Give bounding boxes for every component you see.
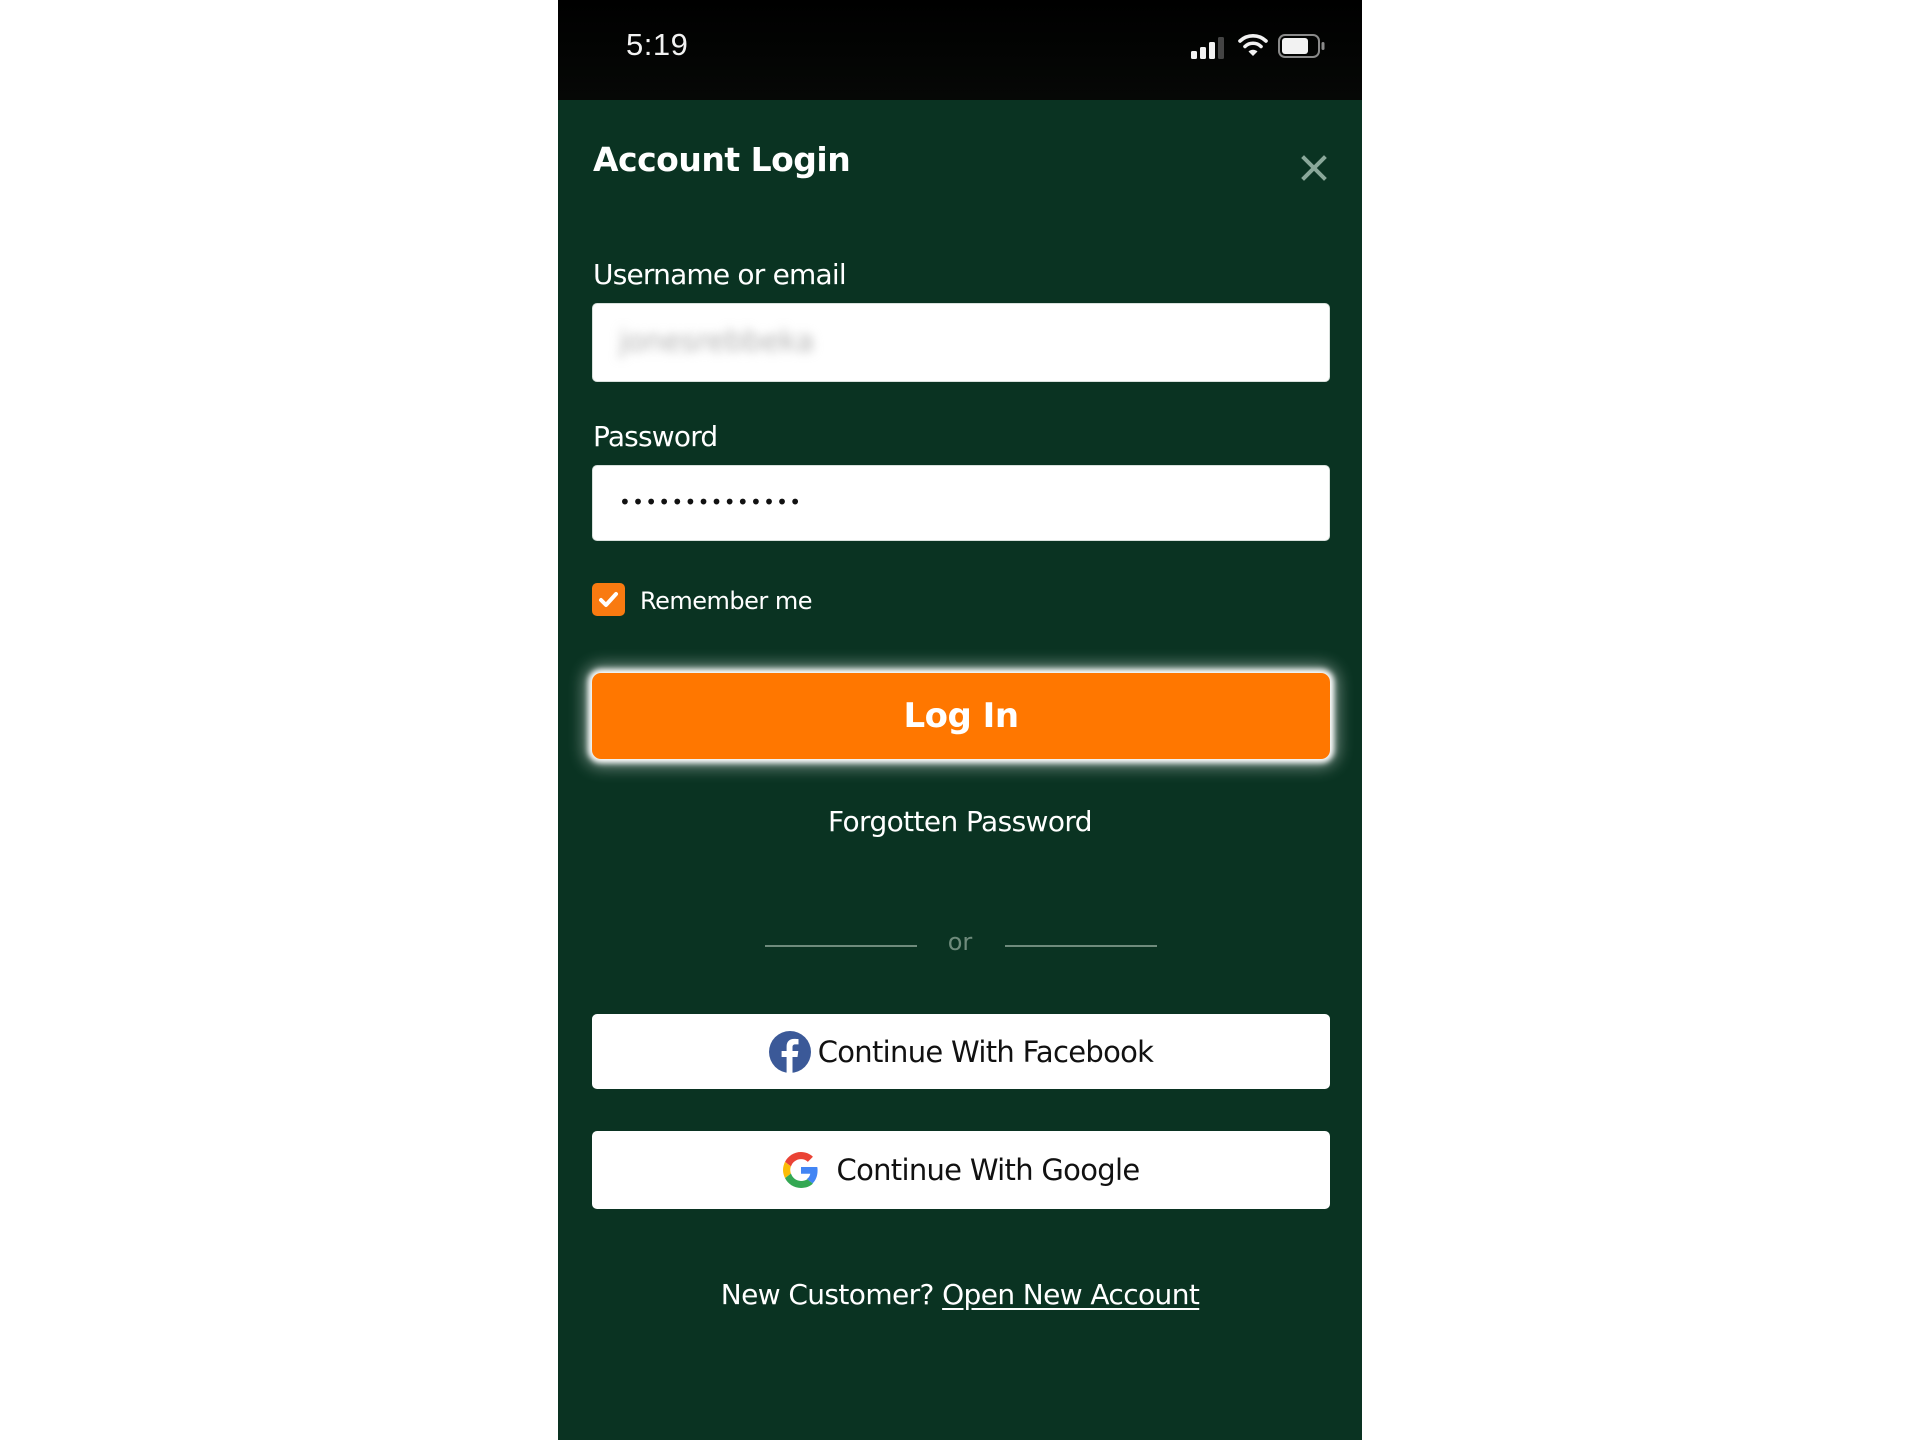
password-input[interactable]: ••••••••••••••	[592, 465, 1330, 541]
username-label: Username or email	[593, 258, 847, 291]
cellular-signal-icon	[1191, 35, 1227, 59]
divider-line-right	[1005, 945, 1157, 947]
facebook-button-label: Continue With Facebook	[817, 1034, 1154, 1069]
new-customer-prompt: New Customer? Open New Account	[558, 1278, 1362, 1311]
continue-with-google-button[interactable]: Continue With Google	[592, 1131, 1330, 1209]
open-new-account-link[interactable]: Open New Account	[942, 1278, 1200, 1311]
google-icon	[782, 1152, 818, 1188]
username-value: jonesrebbeka	[619, 324, 814, 358]
continue-with-facebook-button[interactable]: Continue With Facebook	[592, 1014, 1330, 1089]
login-button[interactable]: Log In	[592, 673, 1330, 759]
password-masked-value: ••••••••••••••	[619, 490, 803, 514]
wifi-icon	[1238, 34, 1268, 56]
status-time: 5:19	[626, 27, 689, 62]
phone-screen: 5:19 Account Login Username or email jon…	[558, 0, 1362, 1440]
status-bar: 5:19	[558, 0, 1362, 100]
battery-icon	[1278, 34, 1325, 58]
divider-or-text: or	[947, 928, 973, 956]
close-icon[interactable]	[1300, 154, 1328, 182]
page-title: Account Login	[593, 140, 851, 179]
remember-me-checkbox[interactable]	[592, 583, 625, 616]
facebook-icon	[768, 1030, 811, 1073]
new-customer-text: New Customer?	[720, 1278, 935, 1311]
forgotten-password-link[interactable]: Forgotten Password	[558, 805, 1362, 838]
checkmark-icon	[599, 592, 618, 607]
remember-me-label[interactable]: Remember me	[640, 587, 813, 615]
password-label: Password	[593, 420, 718, 453]
google-button-label: Continue With Google	[836, 1153, 1141, 1187]
username-input[interactable]: jonesrebbeka	[592, 303, 1330, 382]
